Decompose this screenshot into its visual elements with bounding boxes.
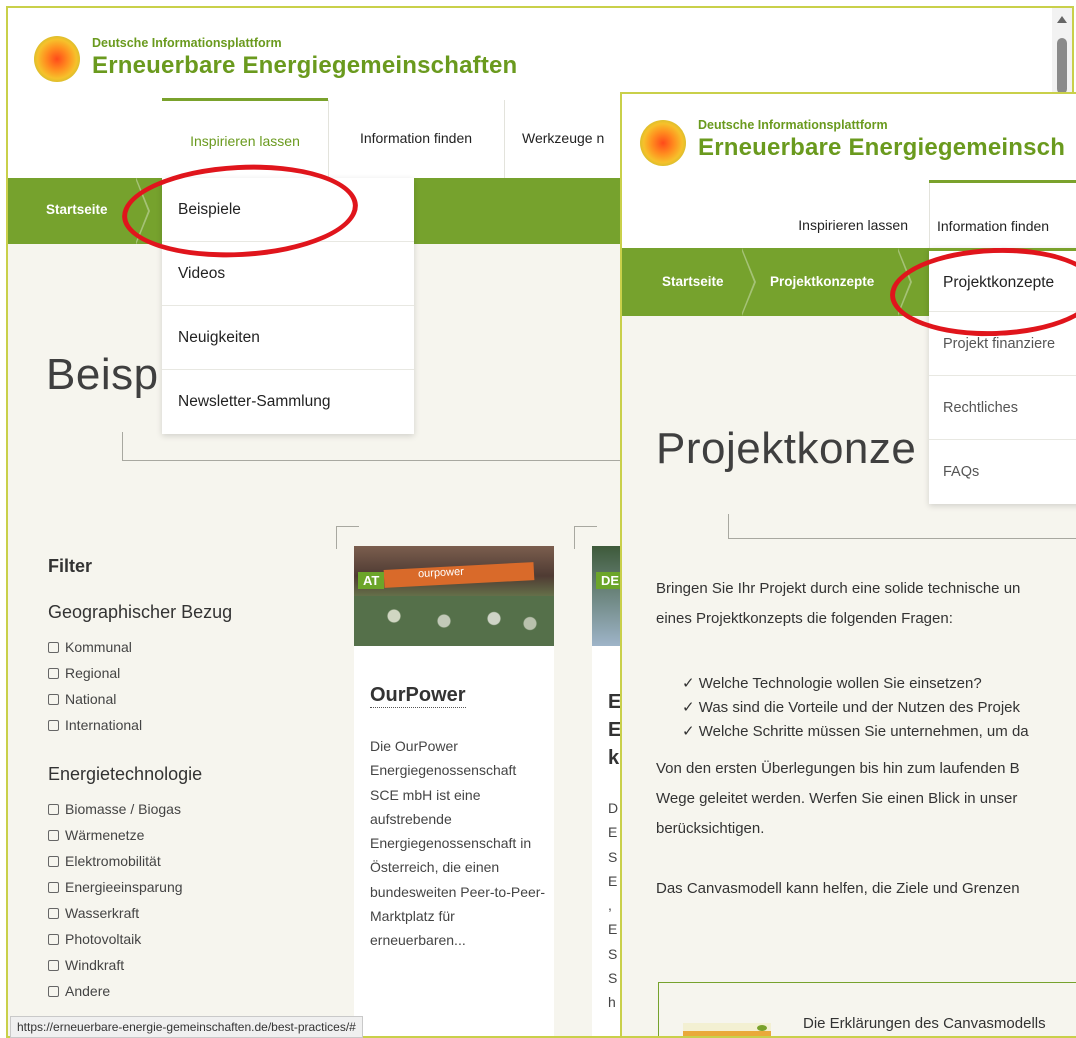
checkbox[interactable] [48,719,59,731]
card-title[interactable]: OurPower [370,684,466,708]
filter-options-technology: Biomasse / Biogas Wärmenetze Elektromobi… [48,796,183,1004]
checkbox[interactable] [48,959,59,971]
filter-option[interactable]: Windkraft [48,952,183,978]
status-bar-url: https://erneuerbare-energie-gemeinschaft… [10,1016,363,1038]
logo-subtitle: Deutsche Informationsplattform [92,36,282,50]
checkbox[interactable] [48,933,59,945]
filter-option[interactable]: Wärmenetze [48,822,183,848]
canvas-box-text: Die Erklärungen des Canvasmodells [803,1015,1046,1032]
menu-item-neuigkeiten[interactable]: Neuigkeiten [162,306,414,370]
checkbox[interactable] [48,693,59,705]
title-underline [728,514,1076,539]
scroll-up-arrow-icon[interactable] [1057,16,1067,23]
title-underline [122,432,623,461]
checkbox[interactable] [48,803,59,815]
breadcrumb-startseite[interactable]: Startseite [662,274,724,289]
browser-window-projektkonzepte: Deutsche Informationsplattform Erneuerba… [620,92,1076,1038]
checkbox[interactable] [48,881,59,893]
filter-option[interactable]: International [48,712,142,738]
checkbox[interactable] [48,667,59,679]
filter-option[interactable]: Photovoltaik [48,926,183,952]
breadcrumb-separator [741,248,756,316]
breadcrumb-projektkonzepte[interactable]: Projektkonzepte [770,274,874,289]
intro-line-1: Bringen Sie Ihr Projekt durch eine solid… [656,580,1021,597]
breadcrumb-separator [135,177,150,245]
paragraph-canvas: Das Canvasmodell kann helfen, die Ziele … [656,880,1020,897]
nav-information-finden[interactable]: Information finden [328,98,504,178]
menu-item-newsletter-sammlung[interactable]: Newsletter-Sammlung [162,370,414,434]
checklist-item: ✓ Welche Technologie wollen Sie einsetze… [682,675,982,692]
card-excerpt: Die OurPower Energiegenossenschaft SCE m… [370,738,546,949]
card-image: ourpower [354,546,554,646]
menu-item-videos[interactable]: Videos [162,242,414,306]
menu-item-beispiele[interactable]: Beispiele [162,178,414,242]
page-title: Projektkonze [656,424,917,473]
nav-werkzeuge[interactable]: Werkzeuge n [508,98,628,178]
checklist-item: ✓ Was sind die Vorteile und der Nutzen d… [682,699,1021,716]
filter-option[interactable]: Biomasse / Biogas [48,796,183,822]
card-image-banner-text: ourpower [417,565,465,581]
logo-subtitle: Deutsche Informationsplattform [698,118,888,132]
filter-group-title-geography: Geographischer Bezug [48,602,233,622]
logo-title[interactable]: Erneuerbare Energiegemeinschaften [92,52,517,80]
checkbox[interactable] [48,985,59,997]
filter-options-geography: Kommunal Regional National International [48,634,142,738]
country-badge: AT [358,572,385,589]
dropdown-information-finden: Projektkonzepte Projekt finanziere Recht… [929,248,1076,504]
paragraph-line: Wege geleitet werden. Werfen Sie einen B… [656,790,1018,807]
canvas-info-box: Die Erklärungen des Canvasmodells [658,982,1076,1036]
intro-line-2: eines Projektkonzepts die folgenden Frag… [656,610,953,627]
example-card-ourpower[interactable]: ourpower AT OurPower Die OurPower Energi… [354,546,554,1036]
card-excerpt-fragment: D E S E , E S S h [608,800,619,1011]
checkbox[interactable] [48,641,59,653]
filter-option[interactable]: Kommunal [48,634,142,660]
filter-option[interactable]: National [48,686,142,712]
page-title: Beisp [46,350,159,399]
checkbox[interactable] [48,829,59,841]
logo-title[interactable]: Erneuerbare Energiegemeinsch [698,134,1065,162]
paragraph-line: Von den ersten Überlegungen bis hin zum … [656,760,1020,777]
filter-option[interactable]: Energieeinsparung [48,874,183,900]
checkbox[interactable] [48,855,59,867]
logo-sun-icon[interactable] [640,120,686,166]
site-header: Deutsche Informationsplattform Erneuerba… [622,94,1076,270]
filter-heading: Filter [48,556,93,576]
breadcrumb-separator [897,248,912,316]
menu-item-projektkonzepte[interactable]: Projektkonzepte [929,248,1076,312]
filter-group-title-technology: Energietechnologie [48,764,203,784]
filter-option[interactable]: Wasserkraft [48,900,183,926]
checklist-item: ✓ Welche Schritte müssen Sie unternehmen… [682,723,1029,740]
scrollbar-thumb[interactable] [1057,38,1067,94]
menu-item-faqs[interactable]: FAQs [929,440,1076,504]
breadcrumb-startseite[interactable]: Startseite [46,202,108,217]
nav-divider [504,100,505,178]
filter-option[interactable]: Elektromobilität [48,848,183,874]
filter-option[interactable]: Regional [48,660,142,686]
logo-sun-icon[interactable] [34,36,80,82]
paragraph-line: berücksichtigen. [656,820,765,837]
checkbox[interactable] [48,907,59,919]
menu-item-projekt-finanzieren[interactable]: Projekt finanziere [929,312,1076,376]
nav-inspirieren-lassen[interactable]: Inspirieren lassen [162,98,328,178]
menu-item-rechtliches[interactable]: Rechtliches [929,376,1076,440]
filter-option[interactable]: Andere [48,978,183,1004]
question-checklist: ✓ Welche Technologie wollen Sie einsetze… [682,672,1029,744]
canvas-thumbnail[interactable] [683,1023,771,1036]
dropdown-inspirieren: Beispiele Videos Neuigkeiten Newsletter-… [162,178,414,434]
